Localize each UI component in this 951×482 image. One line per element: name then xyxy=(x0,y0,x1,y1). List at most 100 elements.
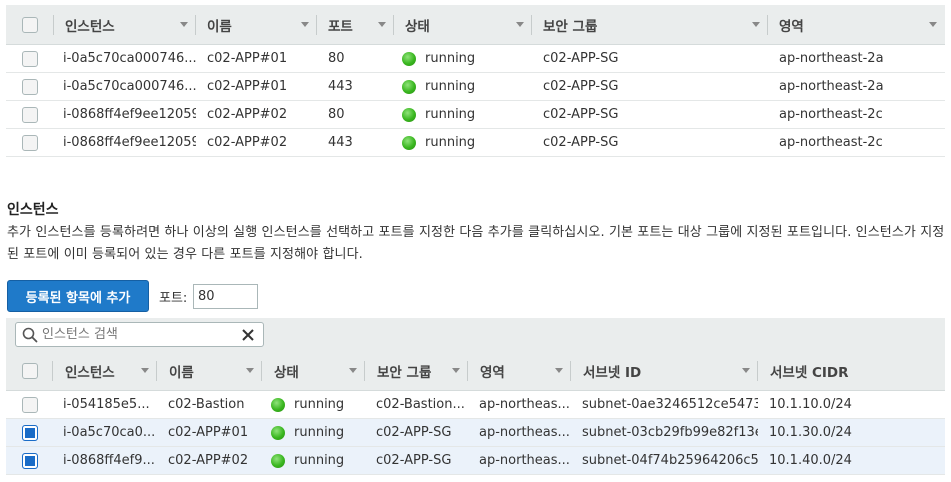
security-group: c02-APP-SG xyxy=(543,107,619,122)
instance-id: i-0868ff4ef9ee12059 xyxy=(63,135,196,150)
col-security-group[interactable]: 보안 그룹 xyxy=(365,351,468,391)
table-row[interactable]: i-0a5c70ca0... c02-APP#01 running c02-AP… xyxy=(6,419,945,447)
col-state[interactable]: 상태 xyxy=(262,351,365,391)
col-instance[interactable]: 인스턴스 xyxy=(54,5,196,45)
status-running-icon xyxy=(402,107,416,122)
instance-id: i-0a5c70ca0... xyxy=(63,425,156,440)
col-security-group-label: 보안 그룹 xyxy=(543,18,598,35)
zone: ap-northeast-2a xyxy=(779,79,884,94)
sort-caret-icon xyxy=(141,367,149,373)
status-running-icon xyxy=(402,135,416,150)
zone: ap-northeas... xyxy=(479,397,570,412)
state-text: running xyxy=(294,425,345,440)
section-title: 인스턴스 xyxy=(7,202,59,218)
instance-name: c02-APP#01 xyxy=(207,79,288,94)
instance-name: c02-APP#02 xyxy=(207,107,288,122)
select-all-checkbox[interactable] xyxy=(22,16,38,33)
row-checkbox[interactable] xyxy=(21,424,38,441)
zone: ap-northeast-2a xyxy=(779,51,884,66)
status-running-icon xyxy=(402,79,416,94)
sort-caret-icon xyxy=(516,21,524,27)
row-checkbox[interactable] xyxy=(22,134,38,151)
security-group: c02-Bastion... xyxy=(376,397,465,412)
col-security-group[interactable]: 보안 그룹 xyxy=(532,5,768,45)
close-icon[interactable] xyxy=(241,328,255,342)
state-text: running xyxy=(294,397,345,412)
table-row[interactable]: i-0a5c70ca000746... c02-APP#01 80 runnin… xyxy=(6,45,945,73)
subnet-cidr: 10.1.40.0/24 xyxy=(769,453,852,468)
table-row[interactable]: i-0868ff4ef9ee12059 c02-APP#02 443 runni… xyxy=(6,129,945,157)
zone: ap-northeas... xyxy=(479,425,570,440)
instance-name: c02-APP#01 xyxy=(168,425,249,440)
row-checkbox[interactable] xyxy=(22,50,38,67)
instance-name: c02-Bastion xyxy=(168,397,245,412)
port: 443 xyxy=(328,79,353,94)
row-checkbox[interactable] xyxy=(22,78,38,95)
col-subnet-id[interactable]: 서브넷 ID xyxy=(571,351,758,391)
row-checkbox[interactable] xyxy=(22,106,38,123)
sort-caret-icon xyxy=(246,367,254,373)
search-input[interactable] xyxy=(42,327,242,342)
subnet-id: subnet-04f74b25964206c50 xyxy=(582,453,758,468)
table-row[interactable]: i-0868ff4ef9... c02-APP#02 running c02-A… xyxy=(6,447,945,475)
col-subnet-cidr[interactable]: 서브넷 CIDR xyxy=(758,351,945,391)
sort-caret-icon xyxy=(180,21,188,27)
col-zone[interactable]: 영역 xyxy=(768,5,945,45)
subnet-cidr: 10.1.10.0/24 xyxy=(769,397,852,412)
col-security-group-label: 보안 그룹 xyxy=(377,364,432,381)
status-running-icon xyxy=(271,453,285,468)
sort-caret-icon xyxy=(555,367,563,373)
row-checkbox[interactable] xyxy=(21,452,38,469)
sort-caret-icon xyxy=(742,367,750,373)
sort-caret-icon xyxy=(752,21,760,27)
select-all-cell xyxy=(6,5,54,45)
col-instance[interactable]: 인스턴스 xyxy=(53,351,157,391)
col-subnet-id-label: 서브넷 ID xyxy=(583,364,642,381)
table-header: 인스턴스 이름 상태 보안 그룹 영역 서브넷 ID 서브넷 CIDR xyxy=(6,351,945,391)
col-port[interactable]: 포트 xyxy=(317,5,394,45)
col-name[interactable]: 이름 xyxy=(157,351,262,391)
zone: ap-northeast-2c xyxy=(779,107,883,122)
instance-search[interactable] xyxy=(15,322,264,347)
col-state[interactable]: 상태 xyxy=(394,5,532,45)
state-text: running xyxy=(294,453,345,468)
status-running-icon xyxy=(271,397,285,412)
sort-caret-icon xyxy=(349,367,357,373)
security-group: c02-APP-SG xyxy=(376,453,452,468)
col-name-label: 이름 xyxy=(169,364,194,381)
port-input[interactable] xyxy=(193,284,258,309)
security-group: c02-APP-SG xyxy=(543,79,619,94)
col-name-label: 이름 xyxy=(207,18,232,35)
table-row[interactable]: i-0868ff4ef9ee12059 c02-APP#02 80 runnin… xyxy=(6,101,945,129)
table-header: 인스턴스 이름 포트 상태 보안 그룹 영역 xyxy=(6,5,945,45)
table-row[interactable]: i-054185e5... c02-Bastion running c02-Ba… xyxy=(6,391,945,419)
col-zone-label: 영역 xyxy=(480,364,505,381)
col-state-label: 상태 xyxy=(274,364,299,381)
row-checkbox[interactable] xyxy=(21,396,38,413)
subnet-cidr: 10.1.30.0/24 xyxy=(769,425,852,440)
sort-caret-icon xyxy=(929,21,937,27)
instance-name: c02-APP#01 xyxy=(207,51,288,66)
select-all-checkbox[interactable] xyxy=(21,362,38,379)
zone: ap-northeas... xyxy=(479,453,570,468)
subnet-id: subnet-0ae3246512ce5473a xyxy=(582,397,758,412)
col-zone[interactable]: 영역 xyxy=(468,351,571,391)
col-zone-label: 영역 xyxy=(779,18,804,35)
registered-targets-table: 인스턴스 이름 포트 상태 보안 그룹 영역 i-0a5c70ca000746.… xyxy=(6,5,945,157)
status-running-icon xyxy=(271,425,285,440)
section-description: 추가 인스턴스를 등록하려면 하나 이상의 실행 인스턴스를 선택하고 포트를 … xyxy=(7,225,945,262)
port: 80 xyxy=(328,51,345,66)
table-row[interactable]: i-0a5c70ca000746... c02-APP#01 443 runni… xyxy=(6,73,945,101)
security-group: c02-APP-SG xyxy=(543,51,619,66)
state-text: running xyxy=(425,79,476,94)
security-group: c02-APP-SG xyxy=(376,425,452,440)
zone: ap-northeast-2c xyxy=(779,135,883,150)
sort-caret-icon xyxy=(452,367,460,373)
instance-id: i-0a5c70ca000746... xyxy=(63,51,196,66)
port-label: 포트: xyxy=(159,291,188,306)
add-to-registered-button[interactable]: 등록된 항목에 추가 xyxy=(7,280,149,312)
sort-caret-icon xyxy=(301,21,309,27)
col-name[interactable]: 이름 xyxy=(196,5,317,45)
col-subnet-cidr-label: 서브넷 CIDR xyxy=(770,364,849,381)
port: 80 xyxy=(328,107,345,122)
